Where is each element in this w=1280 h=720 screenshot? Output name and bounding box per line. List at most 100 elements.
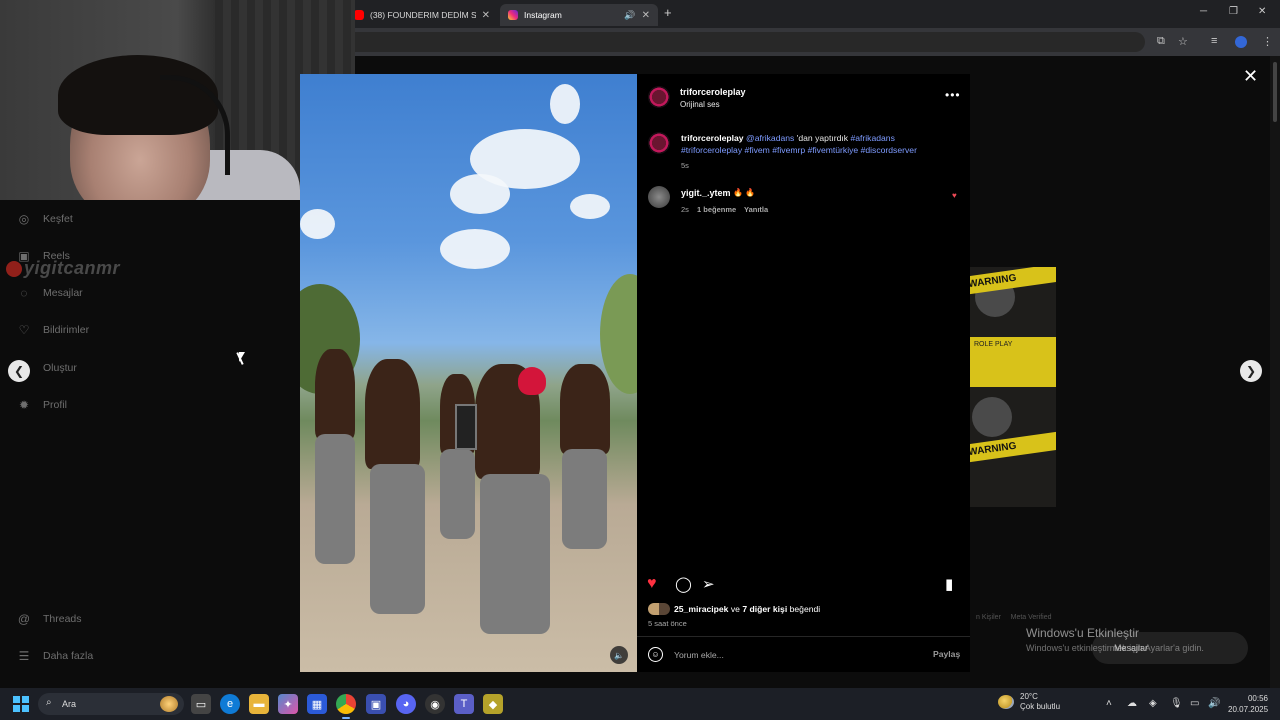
- threads-icon: @: [17, 612, 31, 626]
- task-view-icon[interactable]: ▭: [191, 694, 211, 714]
- sidebar-item-label: Daha fazla: [43, 650, 94, 662]
- speaker-icon[interactable]: 🔊: [624, 10, 635, 21]
- next-post-button[interactable]: ❯: [1240, 360, 1262, 382]
- media-controls-icon[interactable]: ≡: [1211, 35, 1217, 47]
- page-scrollbar[interactable]: [1270, 56, 1280, 688]
- emoji-smiley-icon[interactable]: ☺: [648, 647, 663, 662]
- comment-likes[interactable]: 1 beğenme: [697, 205, 736, 214]
- sidebar-item-more[interactable]: ☰ Daha fazla: [16, 646, 94, 666]
- sidebar-item-label: Oluştur: [43, 362, 77, 374]
- avatar-icon: ✹: [18, 398, 30, 412]
- comment-text: 🔥 🔥: [733, 188, 756, 197]
- sidebar-item-label: Keşfet: [43, 213, 73, 225]
- comment-bubble-icon[interactable]: ◯: [675, 575, 692, 593]
- comment-username[interactable]: yigit._.ytem: [681, 188, 731, 198]
- onedrive-cloud-icon[interactable]: ☁: [1127, 698, 1137, 709]
- chrome-icon[interactable]: [336, 694, 356, 719]
- app-icon[interactable]: ▣: [366, 694, 386, 714]
- security-shield-icon[interactable]: ◈: [1149, 698, 1157, 709]
- post-comment-button[interactable]: Paylaş: [933, 649, 960, 659]
- post-time-ago: 5 saat önce: [648, 619, 687, 628]
- next-post-preview[interactable]: WARNING ROLE PLAY WARNING: [970, 267, 1056, 507]
- system-clock[interactable]: 00:56 20.07.2025: [1228, 693, 1268, 715]
- caption-mention[interactable]: @afrikadans: [746, 133, 794, 143]
- sidebar-item-label: Profil: [43, 399, 67, 411]
- app-icon[interactable]: ◆: [483, 694, 503, 714]
- chalkboard-prop: [455, 404, 477, 450]
- more-options-icon[interactable]: •••: [945, 88, 961, 102]
- compass-icon: ◎: [18, 212, 30, 226]
- reel-video[interactable]: [300, 74, 637, 672]
- watermark-logo-icon: [6, 261, 22, 278]
- windows-activation-notice: Windows'u Etkinleştir Windows'u etkinleş…: [1026, 626, 1204, 653]
- mouse-cursor-icon: [239, 352, 245, 362]
- obs-icon[interactable]: ◉: [425, 694, 445, 714]
- tab-title: Instagram: [524, 10, 562, 20]
- bookmark-saved-icon[interactable]: ▮: [945, 575, 953, 593]
- commenter-avatar[interactable]: [648, 186, 670, 208]
- volume-icon[interactable]: 🔊: [1208, 698, 1220, 709]
- file-explorer-icon[interactable]: ▬: [249, 694, 269, 714]
- comment-time: 2s: [681, 205, 689, 214]
- windows-start-icon[interactable]: [13, 696, 29, 712]
- profile-avatar-icon[interactable]: [1235, 36, 1247, 48]
- discord-icon[interactable]: ◕: [396, 694, 416, 714]
- comment-input[interactable]: [674, 648, 914, 662]
- omnibox[interactable]: [345, 32, 1145, 52]
- taskbar-search[interactable]: ⌕ Ara: [38, 693, 184, 715]
- copilot-icon[interactable]: ✦: [278, 694, 298, 714]
- store-icon[interactable]: ▦: [307, 694, 327, 714]
- post-caption: triforceroleplay @afrikadans 'dan yaptır…: [681, 132, 951, 156]
- heart-icon: ♡: [18, 323, 30, 337]
- share-send-icon[interactable]: ➢: [702, 575, 715, 593]
- youtube-favicon-icon: [354, 10, 364, 20]
- close-tab-icon[interactable]: ✕: [642, 10, 650, 21]
- sidebar-item-explore[interactable]: ◎ Keşfet: [16, 209, 73, 229]
- liked-by-summary[interactable]: 25_miracipek ve 7 diğer kişi beğendi: [648, 603, 820, 615]
- chevron-up-icon[interactable]: ˄: [1106, 698, 1112, 709]
- close-window-icon[interactable]: ✕: [1258, 6, 1266, 17]
- search-highlight-icon: [160, 696, 178, 712]
- weather-widget[interactable]: 20°C Çok bulutlu: [998, 692, 1060, 712]
- sidebar-item-profile[interactable]: ✹ Profil: [16, 395, 67, 415]
- new-tab-button[interactable]: +: [664, 5, 672, 20]
- sidebar-item-notifications[interactable]: ♡ Bildirimler: [16, 320, 89, 340]
- instagram-favicon-icon: [508, 10, 518, 20]
- close-tab-icon[interactable]: ✕: [482, 10, 490, 21]
- audio-label[interactable]: Orijinal ses: [680, 100, 720, 109]
- heart-prop: [518, 367, 546, 395]
- tab-youtube[interactable]: (38) FOUNDERIM DEDİM SUNUCUYU AÇTIK ✕: [346, 4, 498, 26]
- caption-username[interactable]: triforceroleplay: [681, 133, 744, 143]
- liker-avatars: [648, 603, 670, 615]
- menu-icon: ☰: [18, 649, 30, 663]
- author-avatar[interactable]: [648, 86, 670, 108]
- microphone-icon[interactable]: 🎙: [1170, 698, 1183, 709]
- close-modal-button[interactable]: ✕: [1243, 66, 1258, 87]
- author-username[interactable]: triforceroleplay: [680, 87, 746, 97]
- search-icon: ⌕: [46, 697, 52, 708]
- reply-button[interactable]: Yanıtla: [744, 205, 768, 214]
- mute-toggle-button[interactable]: 🔈: [610, 646, 628, 664]
- kebab-menu-icon[interactable]: ⋮: [1262, 35, 1273, 48]
- previous-post-button[interactable]: ❮: [8, 360, 30, 382]
- restore-icon[interactable]: ❐: [1229, 6, 1238, 17]
- footer-links[interactable]: n Kişiler Meta Verified: [976, 614, 1051, 621]
- messenger-icon: ◌: [20, 286, 28, 300]
- minimize-icon[interactable]: ─: [1200, 6, 1207, 17]
- weather-cloudy-icon: [998, 695, 1014, 709]
- comment-like-heart-icon[interactable]: ♥: [952, 191, 957, 200]
- sidebar-item-label: Bildirimler: [43, 324, 90, 336]
- caption-author-avatar[interactable]: [648, 132, 670, 154]
- edge-browser-icon[interactable]: e: [220, 694, 240, 714]
- tab-instagram[interactable]: Instagram 🔊 ✕: [500, 4, 658, 26]
- tab-title: (38) FOUNDERIM DEDİM SUNUCUYU AÇTIK: [370, 10, 476, 20]
- sidebar-item-label: Mesajlar: [43, 287, 83, 299]
- teams-icon[interactable]: T: [454, 694, 474, 714]
- network-icon[interactable]: ▭: [1190, 698, 1199, 709]
- install-app-icon[interactable]: ⧉: [1157, 35, 1165, 48]
- sidebar-item-threads[interactable]: @ Threads: [16, 609, 82, 629]
- sidebar-item-label: Threads: [43, 613, 82, 625]
- bookmark-star-icon[interactable]: ☆: [1178, 35, 1188, 48]
- like-heart-icon[interactable]: ♥: [647, 575, 657, 593]
- sidebar-item-messages[interactable]: ◌ Mesajlar: [16, 283, 83, 303]
